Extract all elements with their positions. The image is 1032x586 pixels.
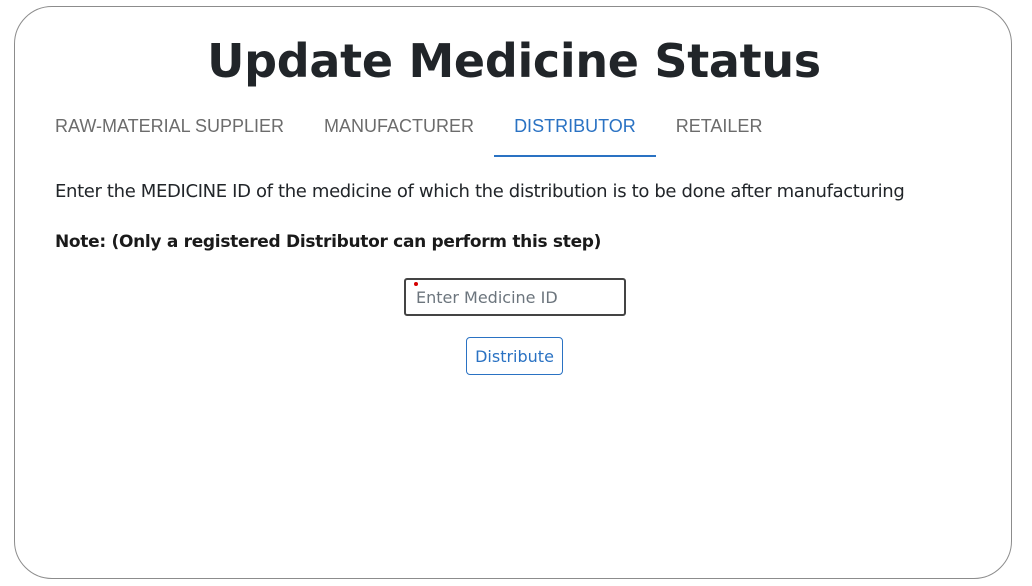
tab-retailer[interactable]: RETAILER <box>656 105 783 157</box>
distributor-note: Note: (Only a registered Distributor can… <box>55 232 602 252</box>
page-title: Update Medicine Status <box>207 34 821 88</box>
tab-manufacturer[interactable]: MANUFACTURER <box>304 105 494 157</box>
pointer-dot <box>414 282 418 286</box>
tab-raw-material-supplier[interactable]: RAW-MATERIAL SUPPLIER <box>35 105 304 157</box>
update-status-card: Update Medicine Status RAW-MATERIAL SUPP… <box>14 6 1012 579</box>
distribute-button[interactable]: Distribute <box>466 337 563 375</box>
tab-distributor[interactable]: DISTRIBUTOR <box>494 105 656 157</box>
medicine-id-input[interactable] <box>404 278 626 316</box>
role-tabs: RAW-MATERIAL SUPPLIER MANUFACTURER DISTR… <box>35 105 782 157</box>
instruction-text: Enter the MEDICINE ID of the medicine of… <box>55 181 905 202</box>
